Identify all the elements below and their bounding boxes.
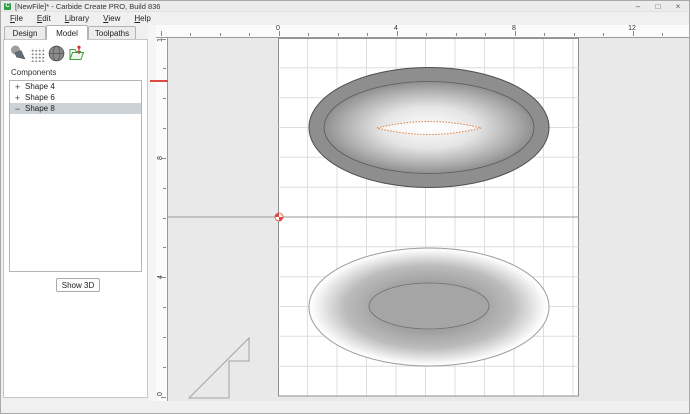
v-ruler-tick <box>163 247 166 248</box>
model-toolbar <box>10 45 85 62</box>
list-item-label: Shape 8 <box>25 104 55 113</box>
minus-icon: − <box>14 104 21 114</box>
menu-bar: File Edit Library View Help <box>1 12 690 25</box>
h-ruler-tick <box>279 31 280 36</box>
list-item-shape-6[interactable]: + Shape 6 <box>10 92 141 103</box>
tab-model[interactable]: Model <box>46 25 88 40</box>
top-oval-model-component[interactable] <box>309 68 549 188</box>
v-ruler-tick <box>163 337 166 338</box>
h-ruler-tick <box>426 33 427 36</box>
show-3d-button[interactable]: Show 3D <box>56 278 100 292</box>
triangle-outline[interactable] <box>189 338 249 398</box>
h-ruler-tick <box>662 33 663 36</box>
window-controls: – □ × <box>628 1 688 12</box>
model-panel: Components + Shape 4 + Shape 6 − Shape 8… <box>3 39 148 398</box>
window-title: [NewFile]* - Carbide Create PRO, Build 8… <box>15 2 160 11</box>
tab-toolpaths[interactable]: Toolpaths <box>88 26 136 39</box>
list-item-label: Shape 4 <box>25 82 55 91</box>
texture-grid-icon[interactable] <box>30 48 45 62</box>
v-ruler-tick <box>163 218 166 219</box>
v-ruler-tick <box>163 188 166 189</box>
v-ruler-tick <box>163 68 166 69</box>
maximize-button[interactable]: □ <box>648 1 668 12</box>
title-bar: C [NewFile]* - Carbide Create PRO, Build… <box>1 1 690 12</box>
list-item-label: Shape 6 <box>25 93 55 102</box>
menu-file[interactable]: File <box>3 14 30 23</box>
design-canvas[interactable] <box>168 38 690 401</box>
h-ruler-tick <box>456 33 457 36</box>
components-heading: Components <box>11 68 56 77</box>
h-ruler-tick <box>190 33 191 36</box>
h-ruler-tick <box>485 33 486 36</box>
v-ruler-tick <box>161 158 166 159</box>
components-list: + Shape 4 + Shape 6 − Shape 8 <box>9 80 142 272</box>
origin-marker <box>275 213 283 221</box>
h-ruler-tick <box>249 33 250 36</box>
list-item-shape-8[interactable]: − Shape 8 <box>10 103 141 114</box>
sphere-icon[interactable] <box>48 45 65 62</box>
import-model-icon[interactable] <box>68 45 85 62</box>
h-ruler-tick <box>367 33 368 36</box>
h-ruler-tick <box>220 33 221 36</box>
canvas-drawing <box>168 38 690 401</box>
v-ruler-tick <box>161 39 166 40</box>
h-ruler-tick <box>397 31 398 36</box>
v-ruler-tick <box>163 307 166 308</box>
plus-icon: + <box>14 93 21 103</box>
h-ruler-tick <box>515 31 516 36</box>
h-ruler-tick <box>603 33 604 36</box>
app-logo-icon: C <box>4 3 11 10</box>
bottom-oval-model-component[interactable] <box>309 248 549 366</box>
v-ruler-tick <box>161 277 166 278</box>
v-ruler-tick <box>163 98 166 99</box>
plus-icon: + <box>14 82 21 92</box>
v-ruler-tick <box>163 367 166 368</box>
h-ruler-tick <box>633 31 634 36</box>
v-ruler-label: 0 <box>156 388 166 400</box>
v-ruler-tick <box>163 128 166 129</box>
menu-library[interactable]: Library <box>58 14 96 23</box>
list-item-shape-4[interactable]: + Shape 4 <box>10 81 141 92</box>
h-ruler-tick <box>544 33 545 36</box>
model-shape-icon[interactable] <box>10 45 27 62</box>
app-window: C [NewFile]* - Carbide Create PRO, Build… <box>0 0 690 414</box>
menu-view[interactable]: View <box>96 14 127 23</box>
close-button[interactable]: × <box>668 1 688 12</box>
tab-design[interactable]: Design <box>4 26 46 39</box>
h-ruler-tick <box>338 33 339 36</box>
h-ruler-tick <box>161 31 162 36</box>
h-ruler-tick <box>308 33 309 36</box>
h-ruler-tick <box>574 33 575 36</box>
minimize-button[interactable]: – <box>628 1 648 12</box>
v-ruler-tick <box>161 397 166 398</box>
menu-edit[interactable]: Edit <box>30 14 58 23</box>
menu-help[interactable]: Help <box>127 14 157 23</box>
status-strip <box>1 401 690 414</box>
ruler-position-marker <box>150 80 168 82</box>
h-ruler: 0 4 8 12 <box>156 25 690 38</box>
